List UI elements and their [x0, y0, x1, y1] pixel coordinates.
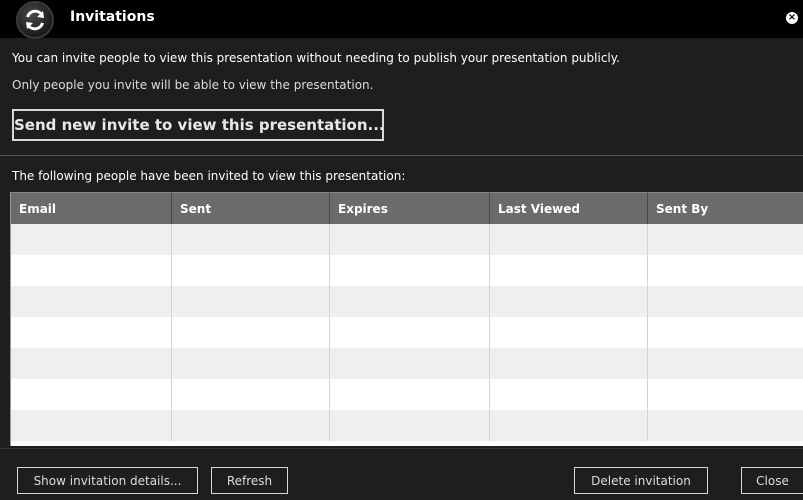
cell-sent-by	[648, 379, 803, 410]
column-header-sent[interactable]: Sent	[172, 192, 330, 224]
cell-last-viewed	[490, 255, 648, 286]
cell-email	[11, 255, 172, 286]
show-invitation-details-button[interactable]: Show invitation details...	[17, 467, 198, 494]
cell-sent	[172, 255, 330, 286]
table-row[interactable]	[11, 286, 803, 317]
send-invite-button[interactable]: Send new invite to view this presentatio…	[12, 109, 385, 141]
cell-expires	[330, 255, 490, 286]
table-header: Email Sent Expires Last Viewed Sent By	[11, 192, 803, 224]
delete-invitation-button[interactable]: Delete invitation	[574, 467, 708, 494]
cell-sent-by	[648, 317, 803, 348]
cell-expires	[330, 410, 490, 441]
table-row[interactable]	[11, 348, 803, 379]
invitations-dialog: Invitations × You can invite people to v…	[0, 0, 803, 500]
cell-sent-by	[648, 348, 803, 379]
cell-email	[11, 410, 172, 441]
column-header-expires[interactable]: Expires	[330, 192, 490, 224]
refresh-icon	[16, 1, 54, 39]
dialog-title: Invitations	[70, 9, 155, 25]
close-button[interactable]: Close	[741, 467, 803, 494]
table-row[interactable]	[11, 224, 803, 255]
cell-sent	[172, 224, 330, 255]
info-text-line1: You can invite people to view this prese…	[12, 51, 620, 65]
footer-divider	[0, 448, 803, 449]
cell-sent-by	[648, 286, 803, 317]
cell-last-viewed	[490, 286, 648, 317]
cell-email	[11, 317, 172, 348]
close-icon[interactable]: ×	[786, 12, 798, 24]
table-row[interactable]	[11, 410, 803, 441]
info-text-line2: Only people you invite will be able to v…	[12, 78, 374, 92]
cell-sent-by	[648, 255, 803, 286]
cell-last-viewed	[490, 379, 648, 410]
cell-expires	[330, 317, 490, 348]
divider	[0, 155, 803, 156]
cell-last-viewed	[490, 348, 648, 379]
column-header-email[interactable]: Email	[11, 192, 172, 224]
cell-email	[11, 379, 172, 410]
invitations-list-caption: The following people have been invited t…	[12, 169, 406, 183]
invitations-table[interactable]: Email Sent Expires Last Viewed Sent By	[10, 192, 803, 446]
cell-expires	[330, 348, 490, 379]
table-row[interactable]	[11, 255, 803, 286]
column-header-last-viewed[interactable]: Last Viewed	[490, 192, 648, 224]
cell-sent	[172, 317, 330, 348]
cell-expires	[330, 224, 490, 255]
cell-sent	[172, 348, 330, 379]
refresh-button[interactable]: Refresh	[211, 467, 288, 494]
cell-email	[11, 286, 172, 317]
cell-email	[11, 348, 172, 379]
cell-email	[11, 224, 172, 255]
cell-sent-by	[648, 410, 803, 441]
cell-last-viewed	[490, 224, 648, 255]
table-row[interactable]	[11, 317, 803, 348]
cell-sent	[172, 286, 330, 317]
cell-expires	[330, 286, 490, 317]
title-bar[interactable]: Invitations ×	[0, 0, 803, 39]
cell-expires	[330, 379, 490, 410]
cell-sent-by	[648, 224, 803, 255]
cell-sent	[172, 410, 330, 441]
cell-last-viewed	[490, 410, 648, 441]
cell-last-viewed	[490, 317, 648, 348]
cell-sent	[172, 379, 330, 410]
column-header-sent-by[interactable]: Sent By	[648, 192, 803, 224]
table-row[interactable]	[11, 379, 803, 410]
